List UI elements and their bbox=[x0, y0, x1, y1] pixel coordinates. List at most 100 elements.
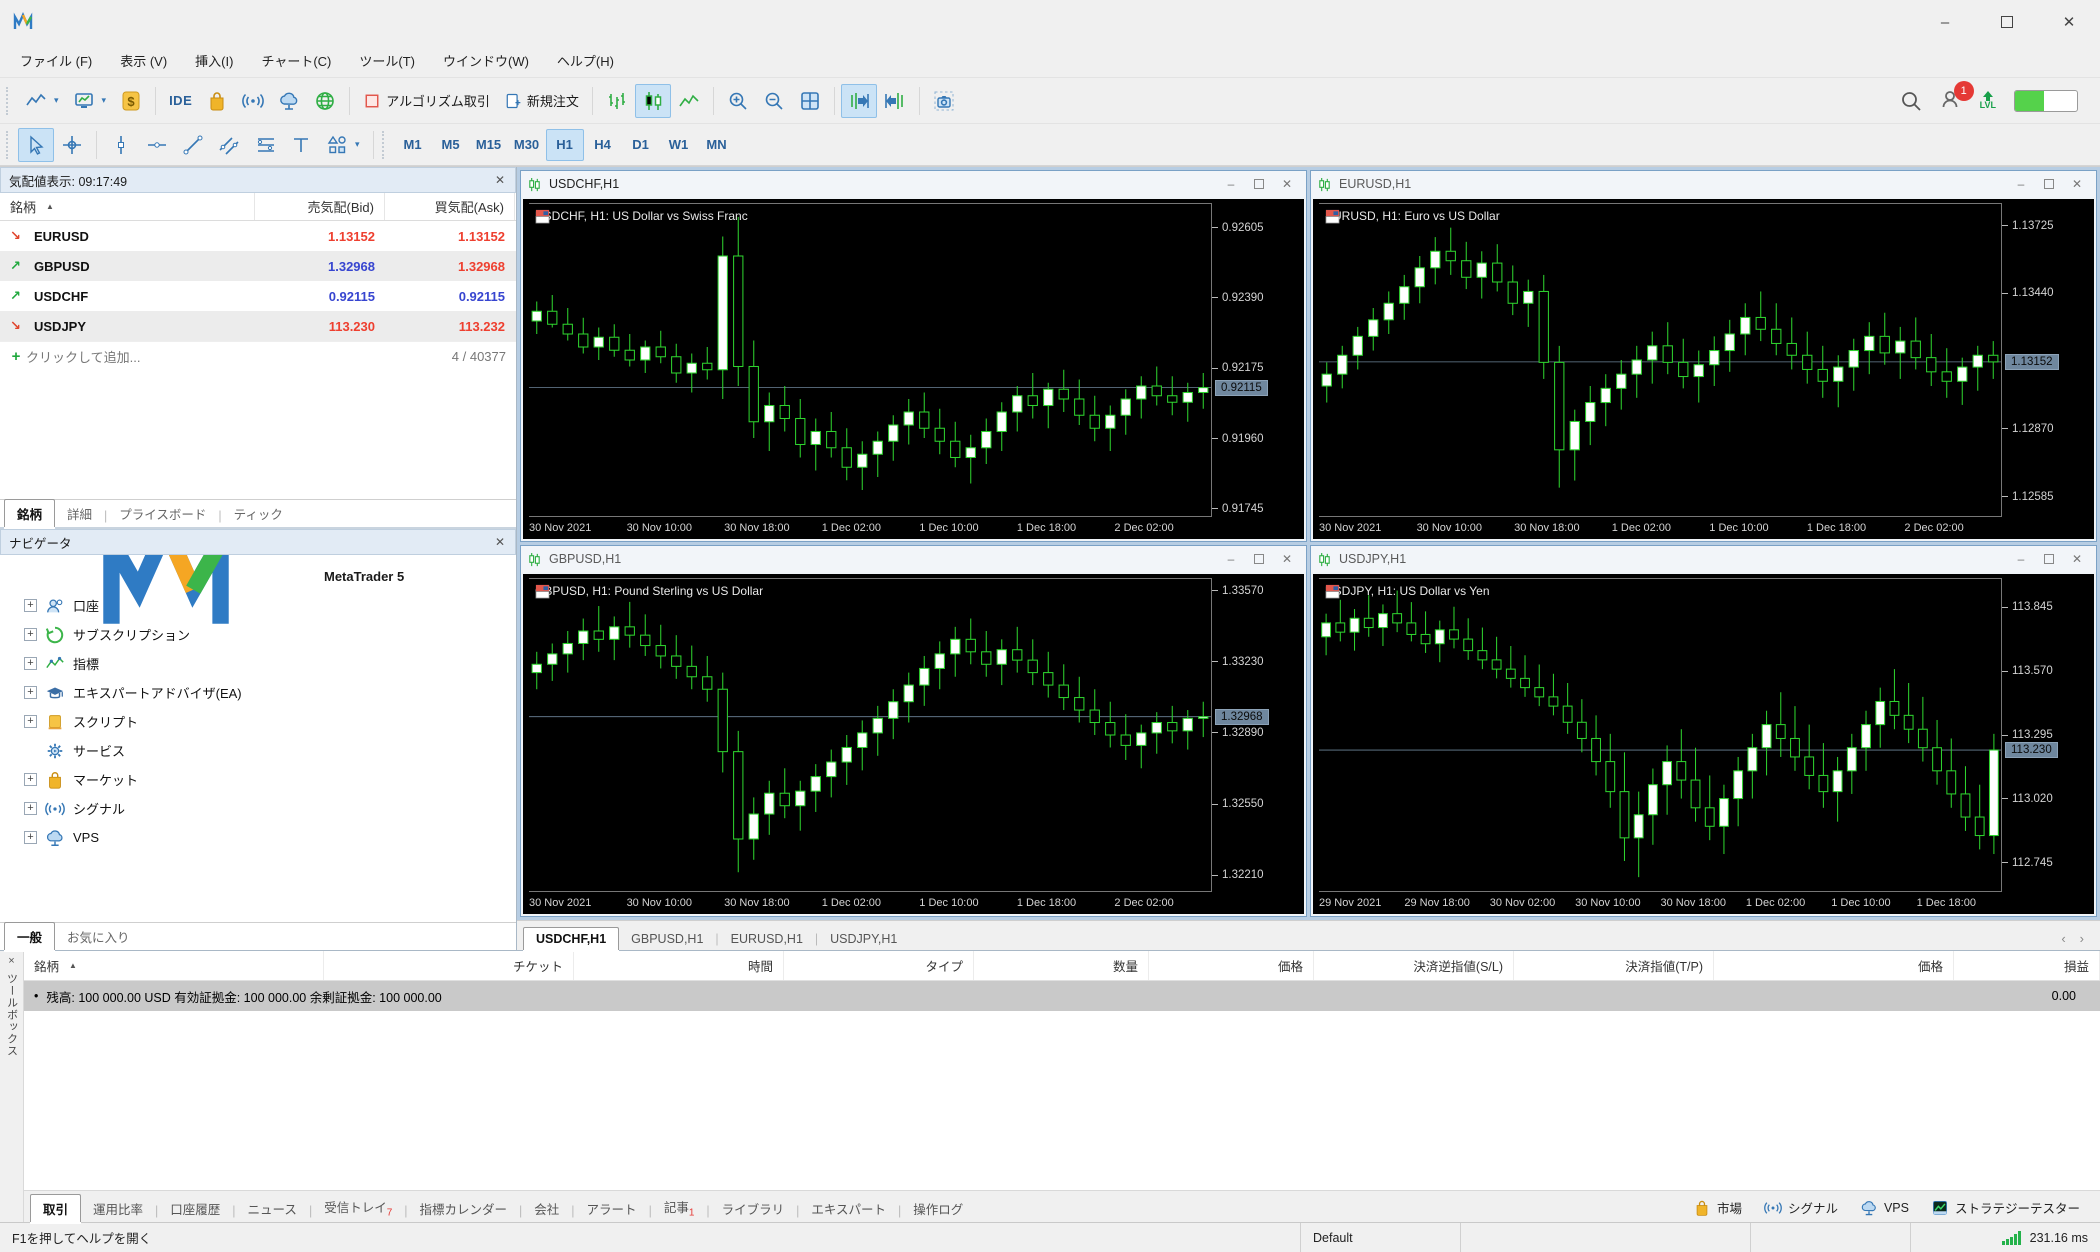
timeframe-m15-button[interactable]: M15 bbox=[470, 129, 508, 161]
tile-windows-button[interactable] bbox=[792, 84, 828, 118]
timeframe-h4-button[interactable]: H4 bbox=[584, 129, 622, 161]
market-watch-close-icon[interactable]: ✕ bbox=[493, 173, 507, 187]
timeframe-d1-button[interactable]: D1 bbox=[622, 129, 660, 161]
chart-canvas[interactable]: GBPUSD, H1: Pound Sterling vs US Dollar … bbox=[523, 574, 1304, 914]
tab-ticks[interactable]: ティック bbox=[222, 500, 295, 527]
chart-window-titlebar[interactable]: USDCHF,H1 –✕ bbox=[521, 171, 1306, 197]
tab-experts[interactable]: エキスパート bbox=[799, 1195, 898, 1222]
menu-charts[interactable]: チャート(C) bbox=[249, 46, 343, 75]
menu-tools[interactable]: ツール(T) bbox=[347, 46, 427, 75]
chart-tab-usdchf[interactable]: USDCHF,H1 bbox=[523, 927, 619, 950]
tree-item-indicators[interactable]: + 指標 bbox=[10, 649, 516, 678]
deposit-button[interactable] bbox=[113, 84, 149, 118]
chart-minimize-button[interactable]: – bbox=[1224, 177, 1238, 191]
search-icon[interactable] bbox=[1900, 90, 1922, 112]
chart-maximize-button[interactable] bbox=[2044, 179, 2054, 189]
chart-maximize-button[interactable] bbox=[2044, 554, 2054, 564]
vertical-line-tool-button[interactable] bbox=[103, 128, 139, 162]
expand-icon[interactable]: + bbox=[24, 599, 37, 612]
chart-canvas[interactable]: EURUSD, H1: Euro vs US Dollar 1.137251.1… bbox=[1313, 199, 2094, 539]
tab-details[interactable]: 詳細 bbox=[55, 500, 104, 527]
candle-chart-mode-button[interactable] bbox=[635, 84, 671, 118]
price-scale[interactable]: 113.845113.570113.295113.020112.745113.2… bbox=[2002, 578, 2094, 892]
status-profile[interactable]: Default bbox=[1300, 1223, 1460, 1252]
balance-row[interactable]: • 残高: 100 000.00 USD 有効証拠金: 100 000.00 余… bbox=[24, 981, 2100, 1011]
tree-item-vps[interactable]: + VPS bbox=[10, 823, 516, 852]
auto-scroll-button[interactable] bbox=[841, 84, 877, 118]
tab-scroll-left-icon[interactable]: ‹ bbox=[2061, 931, 2065, 946]
horizontal-line-tool-button[interactable] bbox=[139, 128, 175, 162]
shapes-tool-button[interactable]: ▾ bbox=[319, 128, 367, 162]
one-click-trading-icon[interactable] bbox=[1325, 584, 1340, 599]
expand-icon[interactable]: + bbox=[24, 715, 37, 728]
screenshot-button[interactable] bbox=[926, 84, 962, 118]
table-row-eurusd[interactable]: ↘EURUSD 1.13152 1.13152 bbox=[0, 221, 516, 251]
fibonacci-tool-button[interactable] bbox=[247, 128, 283, 162]
chart-tab-usdjpy[interactable]: USDJPY,H1 bbox=[818, 928, 909, 950]
tree-item-market[interactable]: + マーケット bbox=[10, 765, 516, 794]
column-volume[interactable]: 数量 bbox=[974, 951, 1149, 980]
column-bid[interactable]: 売気配(Bid) bbox=[255, 193, 385, 220]
chart-tab-gbpusd[interactable]: GBPUSD,H1 bbox=[619, 928, 715, 950]
chart-minimize-button[interactable]: – bbox=[2014, 177, 2028, 191]
menu-insert[interactable]: 挿入(I) bbox=[183, 46, 245, 75]
toolbar-grip[interactable] bbox=[382, 131, 388, 159]
tab-scroll-right-icon[interactable]: › bbox=[2080, 931, 2084, 946]
timeframe-m1-button[interactable]: M1 bbox=[394, 129, 432, 161]
window-close-button[interactable]: ✕ bbox=[2038, 2, 2100, 42]
new-order-button[interactable]: 新規注文 bbox=[497, 84, 586, 118]
tab-symbols[interactable]: 銘柄 bbox=[4, 499, 55, 527]
level-indicator[interactable]: LVL bbox=[1980, 91, 1996, 110]
chart-close-button[interactable]: ✕ bbox=[1280, 552, 1294, 566]
toolbar-grip[interactable] bbox=[6, 131, 12, 159]
one-click-trading-icon[interactable] bbox=[1325, 209, 1340, 224]
window-minimize-button[interactable]: – bbox=[1914, 2, 1976, 42]
price-scale[interactable]: 1.137251.134401.128701.125851.13152 bbox=[2002, 203, 2094, 517]
timeframe-w1-button[interactable]: W1 bbox=[660, 129, 698, 161]
chart-window-usdchf[interactable]: USDCHF,H1 –✕ USDCHF, H1: US Dollar vs Sw… bbox=[520, 170, 1307, 542]
chart-shift-button[interactable] bbox=[877, 84, 913, 118]
chart-canvas[interactable]: USDCHF, H1: US Dollar vs Swiss Franc 0.9… bbox=[523, 199, 1304, 539]
tab-articles[interactable]: 記事1 bbox=[652, 1193, 707, 1223]
chart-maximize-button[interactable] bbox=[1254, 179, 1264, 189]
table-row-usdchf[interactable]: ↗USDCHF 0.92115 0.92115 bbox=[0, 281, 516, 311]
one-click-trading-icon[interactable] bbox=[535, 209, 550, 224]
expand-icon[interactable]: + bbox=[24, 686, 37, 699]
navigator-close-icon[interactable]: ✕ bbox=[493, 535, 507, 549]
tab-favorites[interactable]: お気に入り bbox=[55, 923, 142, 950]
table-row-usdjpy[interactable]: ↘USDJPY 113.230 113.232 bbox=[0, 311, 516, 341]
chart-window-usdjpy[interactable]: USDJPY,H1 –✕ USDJPY, H1: US Dollar vs Ye… bbox=[1310, 545, 2097, 917]
timeframe-h1-button[interactable]: H1 bbox=[546, 129, 584, 161]
one-click-trading-icon[interactable] bbox=[535, 584, 550, 599]
crosshair-tool-button[interactable] bbox=[54, 128, 90, 162]
expand-icon[interactable]: + bbox=[24, 628, 37, 641]
tab-mailbox[interactable]: 受信トレイ7 bbox=[312, 1193, 404, 1223]
quick-link-strategy-tester[interactable]: ストラテジーテスター bbox=[1931, 1198, 2080, 1217]
algo-trading-button[interactable]: アルゴリズム取引 bbox=[356, 84, 497, 118]
tree-item-scripts[interactable]: + スクリプト bbox=[10, 707, 516, 736]
signals-button[interactable] bbox=[235, 84, 271, 118]
text-tool-button[interactable] bbox=[283, 128, 319, 162]
toolbar-grip[interactable] bbox=[6, 87, 12, 115]
column-take-profit[interactable]: 決済指値(T/P) bbox=[1514, 951, 1714, 980]
chart-tab-eurusd[interactable]: EURUSD,H1 bbox=[719, 928, 815, 950]
tab-journal[interactable]: 操作ログ bbox=[901, 1195, 975, 1222]
expand-icon[interactable]: + bbox=[24, 802, 37, 815]
table-row-gbpusd[interactable]: ↗GBPUSD 1.32968 1.32968 bbox=[0, 251, 516, 281]
time-axis[interactable]: 29 Nov 202129 Nov 18:0030 Nov 02:0030 No… bbox=[1319, 892, 2002, 914]
timeframe-m30-button[interactable]: M30 bbox=[508, 129, 546, 161]
community-button[interactable] bbox=[307, 84, 343, 118]
chart-window-titlebar[interactable]: USDJPY,H1 –✕ bbox=[1311, 546, 2096, 572]
chart-window-titlebar[interactable]: GBPUSD,H1 –✕ bbox=[521, 546, 1306, 572]
menu-help[interactable]: ヘルプ(H) bbox=[545, 46, 626, 75]
vps-button[interactable] bbox=[271, 84, 307, 118]
chart-close-button[interactable]: ✕ bbox=[2070, 552, 2084, 566]
column-ticket[interactable]: チケット bbox=[324, 951, 574, 980]
tab-library[interactable]: ライブラリ bbox=[710, 1195, 797, 1222]
zoom-in-button[interactable] bbox=[720, 84, 756, 118]
price-scale[interactable]: 0.926050.923900.921750.919600.917450.921… bbox=[1212, 203, 1304, 517]
tree-root-metatrader5[interactable]: MetaTrader 5 bbox=[10, 561, 516, 591]
quick-link-market[interactable]: 市場 bbox=[1693, 1198, 1742, 1217]
channel-tool-button[interactable] bbox=[211, 128, 247, 162]
expand-icon[interactable]: + bbox=[24, 657, 37, 670]
